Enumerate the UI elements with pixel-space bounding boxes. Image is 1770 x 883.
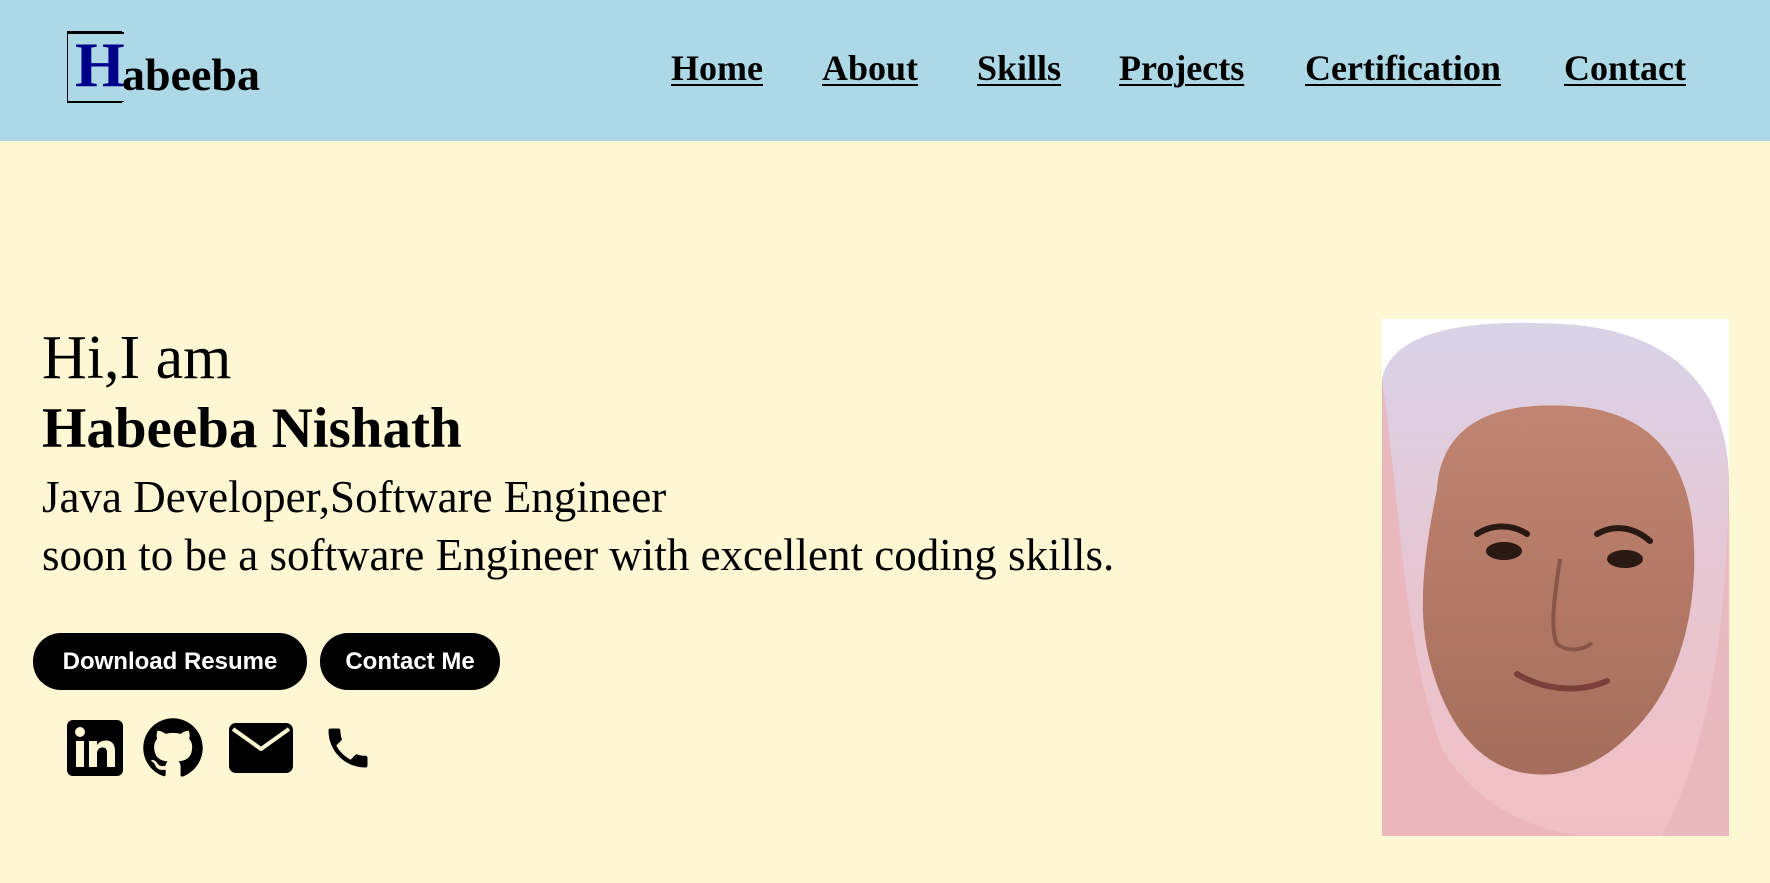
main-nav: Home About Skills Projects Certification… bbox=[0, 44, 1770, 92]
github-link[interactable] bbox=[141, 717, 205, 780]
email-link[interactable] bbox=[228, 720, 294, 780]
nav-link-home[interactable]: Home bbox=[671, 44, 763, 92]
phone-icon bbox=[322, 722, 374, 779]
hero-role: Java Developer,Software Engineer bbox=[42, 472, 667, 522]
github-icon bbox=[142, 717, 204, 784]
nav-link-certification[interactable]: Certification bbox=[1305, 44, 1501, 92]
hero-section: Hi,I am Habeeba Nishath Java Developer,S… bbox=[42, 322, 1114, 582]
linkedin-link[interactable] bbox=[66, 719, 124, 781]
hero-name: Habeeba Nishath bbox=[42, 397, 462, 460]
site-header: H abeeba Home About Skills Projects Cert… bbox=[0, 0, 1770, 141]
hero-greeting: Hi,I am bbox=[42, 324, 232, 392]
download-resume-button[interactable]: Download Resume bbox=[33, 633, 307, 690]
mail-icon bbox=[229, 722, 293, 778]
nav-link-skills[interactable]: Skills bbox=[977, 44, 1061, 92]
hero-tagline: soon to be a software Engineer with exce… bbox=[42, 530, 1115, 580]
profile-photo bbox=[1382, 319, 1729, 836]
contact-me-button[interactable]: Contact Me bbox=[320, 633, 500, 690]
linkedin-icon bbox=[67, 719, 123, 781]
phone-link[interactable] bbox=[320, 720, 376, 780]
nav-link-contact[interactable]: Contact bbox=[1564, 44, 1686, 92]
nav-link-about[interactable]: About bbox=[822, 44, 918, 92]
nav-link-projects[interactable]: Projects bbox=[1119, 44, 1244, 92]
